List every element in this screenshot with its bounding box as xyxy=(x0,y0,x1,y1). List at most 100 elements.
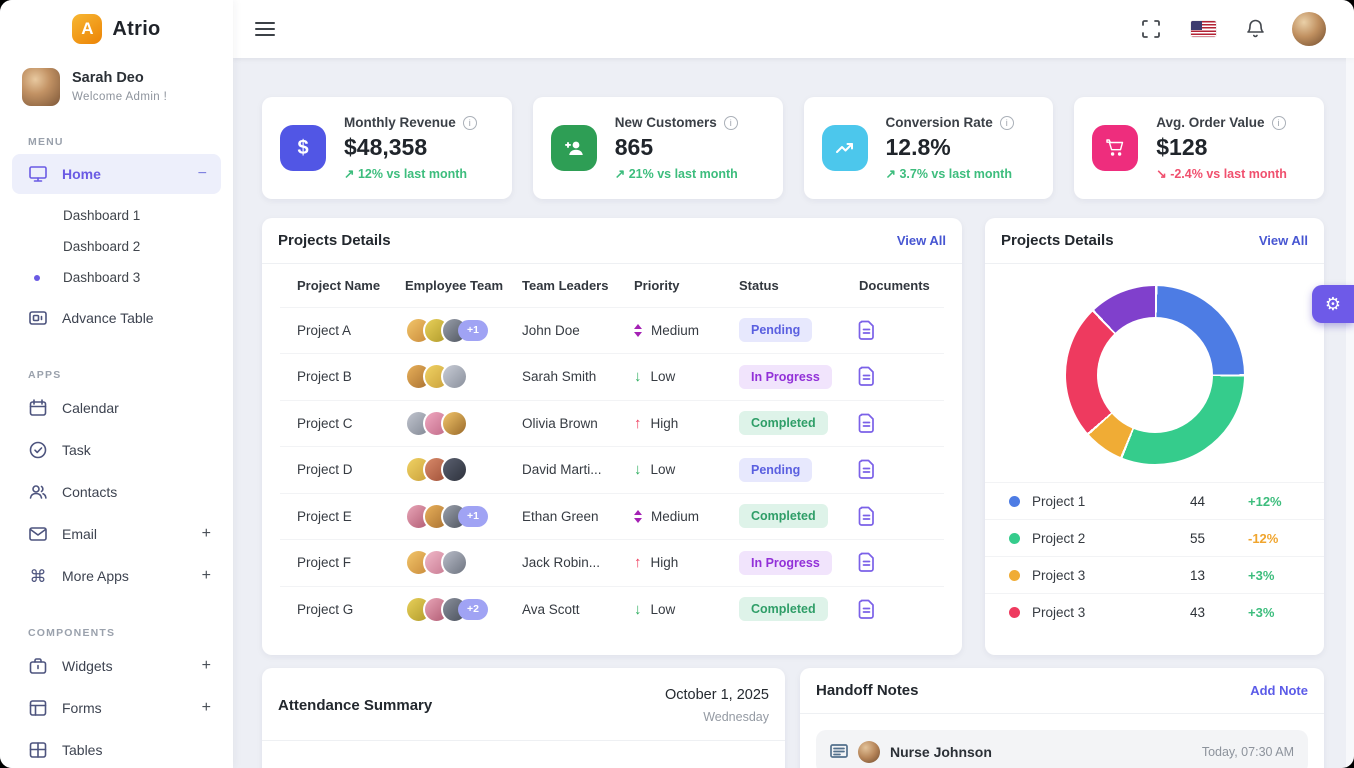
fullscreen-icon[interactable] xyxy=(1134,12,1168,46)
logo-icon: A xyxy=(72,14,103,44)
expand-toggle-icon[interactable]: + xyxy=(202,657,211,675)
projects-details-card: Projects Details View All Project Name Em… xyxy=(262,218,962,655)
attendance-day: Wednesday xyxy=(703,709,769,724)
column-header: Team Leaders xyxy=(522,278,609,293)
sidebar-subitem-dashboard-1[interactable]: Dashboard 1 xyxy=(0,200,233,231)
team-avatar xyxy=(441,363,468,391)
info-icon[interactable]: i xyxy=(723,115,738,130)
column-header: Priority xyxy=(634,278,680,293)
priority-arrow-icon: ↑ xyxy=(634,554,642,572)
sidebar-item-email[interactable]: Email + xyxy=(0,513,233,555)
sidebar-item-tables[interactable]: Tables xyxy=(0,729,233,768)
add-note-link[interactable]: Add Note xyxy=(1250,683,1308,698)
menu-toggle-icon[interactable] xyxy=(255,22,275,36)
user-plus-icon xyxy=(550,125,597,171)
legend-dot xyxy=(1009,532,1020,544)
sidebar-item-calendar[interactable]: Calendar xyxy=(0,387,233,429)
user-name: Sarah Deo xyxy=(72,70,144,86)
employee-team-avatars: +1 xyxy=(388,502,505,530)
legend-row: Project 1 44 +12% xyxy=(985,482,1324,519)
document-icon[interactable] xyxy=(858,506,876,527)
handoff-note-item[interactable]: Nurse Johnson Today, 07:30 AM xyxy=(816,730,1308,768)
document-icon[interactable] xyxy=(858,459,876,480)
team-extra-badge: +2 xyxy=(458,598,488,620)
document-icon[interactable] xyxy=(858,552,876,573)
donut-view-all-link[interactable]: View All xyxy=(1259,233,1308,248)
monitor-icon xyxy=(28,164,48,184)
team-avatar xyxy=(441,549,468,577)
info-icon[interactable]: i xyxy=(999,115,1014,130)
expand-toggle-icon[interactable]: + xyxy=(202,699,211,717)
priority-arrow-icon: ↓ xyxy=(634,368,642,386)
legend-dot xyxy=(1009,606,1020,618)
status-badge: Completed xyxy=(739,411,828,436)
info-icon[interactable]: i xyxy=(1271,115,1286,130)
projects-view-all-link[interactable]: View All xyxy=(897,233,946,248)
priority-arrow-icon: ↑ xyxy=(634,414,642,432)
logo[interactable]: A Atrio xyxy=(0,0,233,58)
sidebar-user: Sarah Deo Welcome Admin ! xyxy=(0,58,233,106)
stat-trend: ↘ -2.4% vs last month xyxy=(1156,167,1287,181)
legend-dot xyxy=(1009,495,1020,507)
priority-medium-icon xyxy=(634,509,642,523)
status-badge: Completed xyxy=(739,597,828,622)
table-row: Project G +2 Ava Scott ↓ Low Completed xyxy=(280,585,944,633)
stat-value: 12.8% xyxy=(885,134,951,160)
table-row: Project A +1 John Doe Medium Pending xyxy=(280,306,944,354)
projects-chart-card: Projects Details View All Project 1 44 +… xyxy=(985,218,1324,655)
sidebar-subitem-dashboard-2[interactable]: Dashboard 2 xyxy=(0,231,233,262)
stat-trend: ↗ 12% vs last month xyxy=(344,167,468,181)
column-header: Employee Team xyxy=(405,278,504,293)
expand-toggle-icon[interactable]: − xyxy=(198,165,207,183)
projects-table-title: Projects Details xyxy=(278,232,391,249)
employee-team-avatars xyxy=(388,409,505,437)
document-icon[interactable] xyxy=(858,320,876,341)
sidebar-item-more-apps[interactable]: ⌘ More Apps + xyxy=(0,555,233,597)
nav-section-label: APPS xyxy=(28,369,62,381)
column-header: Documents xyxy=(859,278,930,293)
sidebar-item-task[interactable]: Task xyxy=(0,429,233,471)
sidebar-subitem-dashboard-3[interactable]: Dashboard 3 xyxy=(0,262,233,293)
sidebar-item-contacts[interactable]: Contacts xyxy=(0,471,233,513)
info-icon[interactable]: i xyxy=(462,115,477,130)
document-icon[interactable] xyxy=(858,366,876,387)
team-avatar xyxy=(441,409,468,437)
active-dot xyxy=(34,274,40,281)
donut-legend: Project 1 44 +12% Project 2 55 -12% Proj… xyxy=(985,482,1324,630)
projects-table-body: Project A +1 John Doe Medium Pending Pro… xyxy=(280,306,944,633)
stat-title: Conversion Rate xyxy=(885,115,993,130)
logo-text: Atrio xyxy=(112,17,161,40)
status-badge: In Progress xyxy=(739,550,832,575)
sidebar-item-forms[interactable]: Forms + xyxy=(0,687,233,729)
status-badge: Pending xyxy=(739,318,813,343)
briefcase-icon xyxy=(28,656,48,676)
contacts-icon xyxy=(28,482,48,502)
nav-section-label: COMPONENTS xyxy=(28,627,116,639)
dashboard-content: $ Monthly Revenue i $48,358 ↗ 12% vs las… xyxy=(233,58,1354,768)
sidebar-item-widgets[interactable]: Widgets + xyxy=(0,645,233,687)
language-flag-icon[interactable] xyxy=(1186,12,1220,46)
sidebar-item-advance-table[interactable]: Advance Table xyxy=(0,297,233,339)
notifications-bell-icon[interactable] xyxy=(1238,12,1272,46)
expand-toggle-icon[interactable]: + xyxy=(202,567,211,585)
stat-title: Avg. Order Value xyxy=(1156,115,1265,130)
scrollbar[interactable] xyxy=(1346,58,1354,768)
settings-gear-button[interactable]: ⚙ xyxy=(1312,285,1354,323)
attendance-date: October 1, 2025 xyxy=(665,686,769,703)
profile-avatar[interactable] xyxy=(1292,12,1326,46)
stat-card: New Customers i 865 ↗ 21% vs last month xyxy=(532,97,783,199)
stat-cards-row: $ Monthly Revenue i $48,358 ↗ 12% vs las… xyxy=(262,97,1324,199)
trend-icon xyxy=(821,125,868,171)
document-icon[interactable] xyxy=(858,413,876,434)
calendar-icon xyxy=(28,398,48,418)
main-area: $ Monthly Revenue i $48,358 ↗ 12% vs las… xyxy=(233,0,1354,768)
dollar-icon: $ xyxy=(280,125,326,171)
document-icon[interactable] xyxy=(858,599,876,620)
legend-row: Project 3 43 +3% xyxy=(985,593,1324,630)
expand-toggle-icon[interactable]: + xyxy=(202,525,211,543)
sidebar-item-home[interactable]: Home − xyxy=(12,154,221,194)
forms-icon xyxy=(28,698,48,718)
user-subtitle: Welcome Admin ! xyxy=(72,91,168,103)
stat-value: $48,358 xyxy=(344,134,428,160)
cart-icon xyxy=(1092,125,1139,171)
